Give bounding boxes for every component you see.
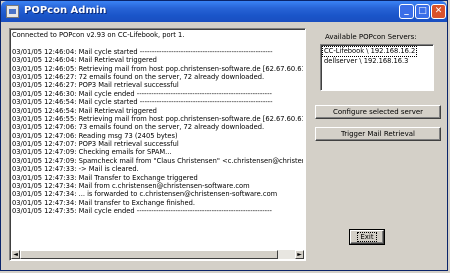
minimize-button[interactable]: _ xyxy=(399,4,414,19)
scroll-left-arrow-icon[interactable]: ◄ xyxy=(11,250,20,259)
maximize-button[interactable]: □ xyxy=(415,4,430,19)
log-line: 03/01/05 12:46:27: 72 emails found on th… xyxy=(12,72,265,81)
log-line: 03/01/05 12:46:55: Retrieving mail from … xyxy=(12,114,303,123)
log-line: 03/01/05 12:47:06: 73 emails found on th… xyxy=(12,123,265,132)
exit-button[interactable]: Exit xyxy=(349,229,385,245)
log-line: 03/01/05 12:47:33: Mail Transfer to Exch… xyxy=(12,173,198,182)
log-line: 03/01/05 12:47:09: Spamcheck mail from "… xyxy=(12,156,303,165)
server-item-dellserver[interactable]: dellserver \ 192.168.16.3 xyxy=(323,57,409,66)
log-line: 03/01/05 12:46:04: Mail Retrieval trigge… xyxy=(12,56,157,65)
log-line: 03/01/05 12:46:27: POP3 Mail retrieval s… xyxy=(12,81,179,90)
log-lines: Connected to POPcon v2.93 on CC-Lifebook… xyxy=(12,31,303,216)
servers-label: Available POPcon Servers: xyxy=(325,33,417,41)
log-line: 03/01/05 12:46:54: Mail Retrieval trigge… xyxy=(12,106,157,115)
horizontal-scrollbar[interactable]: ◄ ► xyxy=(11,250,304,259)
log-line: 03/01/05 12:47:09: Checking emails for S… xyxy=(12,148,172,157)
log-line: Connected to POPcon v2.93 on CC-Lifebook… xyxy=(12,31,185,39)
scroll-right-arrow-icon[interactable]: ► xyxy=(295,250,304,259)
log-line: 03/01/05 12:47:33: -> Mail is cleared. xyxy=(12,165,139,174)
log-line: 03/01/05 12:47:34: Mail from c.christens… xyxy=(12,182,250,191)
log-line: 03/01/05 12:47:07: POP3 Mail retrieval s… xyxy=(12,140,179,149)
log-line: 03/01/05 12:47:34: Mail transfer to Exch… xyxy=(12,198,195,207)
popcon-admin-window: POPcon Admin _ □ ✕ Connected to POPcon v… xyxy=(0,0,448,271)
server-item-cc-lifebook[interactable]: CC-Lifebook \ 192.168.16.2 xyxy=(321,46,418,57)
log-line: 03/01/05 12:46:04: Mail cycle started --… xyxy=(12,47,273,56)
log-line: 03/01/05 12:46:54: Mail cycle started --… xyxy=(12,98,273,107)
exit-button-label: Exit xyxy=(357,232,377,242)
log-line: 03/01/05 12:47:06: Reading msg 73 (2405 … xyxy=(12,131,178,140)
trigger-mail-retrieval-button[interactable]: Trigger Mail Retrieval xyxy=(315,127,441,141)
window-title: POPcon Admin xyxy=(24,5,107,16)
log-line: 03/01/05 12:47:34: ... is forwarded to c… xyxy=(12,190,278,199)
log-line: 03/01/05 12:46:05: Retrieving mail from … xyxy=(12,64,303,73)
close-button[interactable]: ✕ xyxy=(431,4,446,19)
scroll-thumb[interactable] xyxy=(20,250,278,259)
log-line: 03/01/05 12:47:35: Mail cycle ended ----… xyxy=(12,207,272,216)
app-icon[interactable] xyxy=(6,5,19,18)
configure-server-button[interactable]: Configure selected server xyxy=(315,105,441,119)
title-bar[interactable]: POPcon Admin _ □ ✕ xyxy=(1,1,447,22)
log-textarea[interactable]: Connected to POPcon v2.93 on CC-Lifebook… xyxy=(9,28,306,261)
server-list[interactable]: CC-Lifebook \ 192.168.16.2 dellserver \ … xyxy=(320,44,434,91)
log-line: 03/01/05 12:46:30: Mail cycle ended ----… xyxy=(12,89,272,98)
